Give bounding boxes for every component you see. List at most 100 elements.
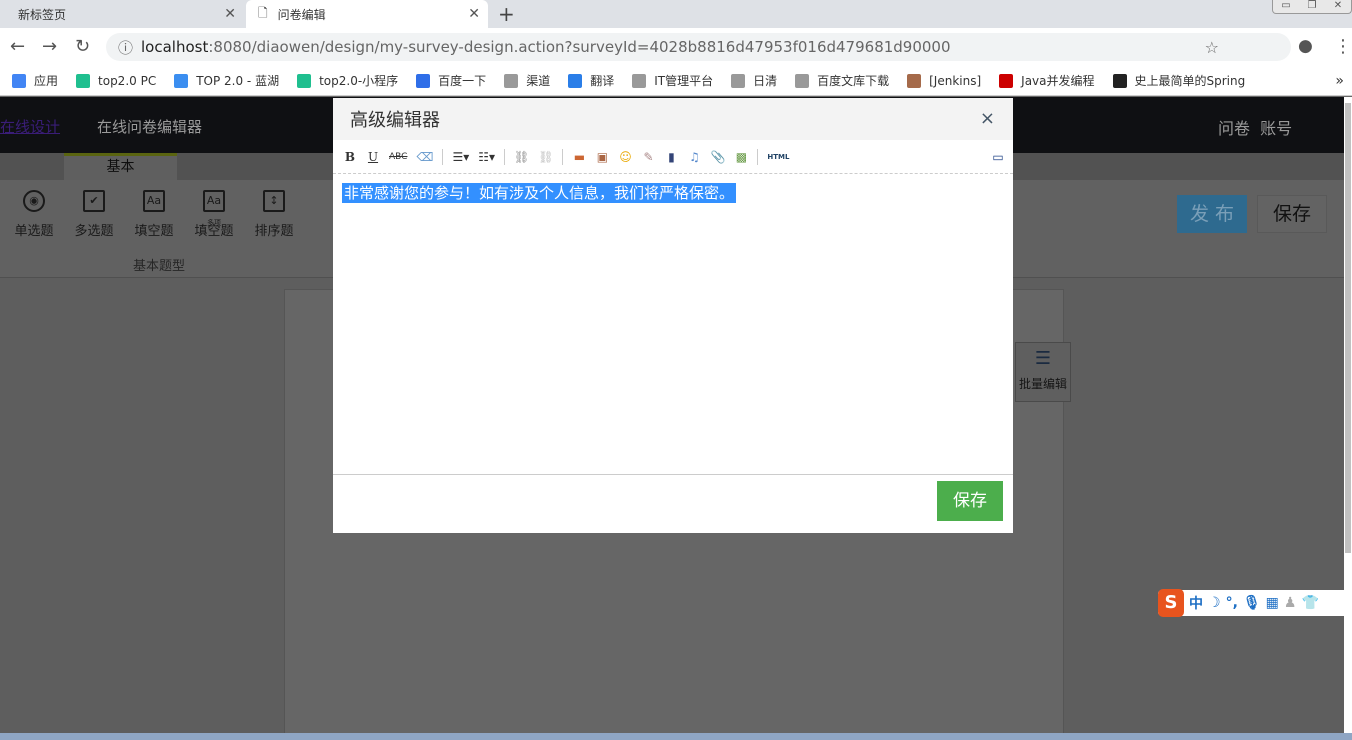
close-icon[interactable]: × [980, 108, 995, 129]
tool-label: 多选题 [74, 224, 114, 239]
tool-radio[interactable]: ◉ 单选题 [9, 190, 59, 239]
bookmark-item[interactable]: 日清 [731, 72, 777, 89]
back-icon[interactable]: ← [10, 36, 25, 57]
video-icon[interactable]: ▮ [664, 150, 678, 164]
batch-edit-label: 批量编辑 [1018, 377, 1067, 391]
page-icon [504, 73, 519, 88]
bookmark-label: 百度一下 [438, 74, 487, 88]
sort-icon: ↕ [263, 190, 285, 212]
text-icon: Aa [143, 190, 165, 212]
attachment-icon[interactable]: 📎 [710, 150, 725, 164]
link-icon[interactable]: ⛓ [514, 150, 529, 164]
close-tab-icon[interactable]: ✕ [224, 6, 236, 22]
map-icon[interactable]: ▩ [734, 150, 748, 164]
preview-icon[interactable]: ▭ [991, 150, 1005, 164]
bookmark-label: 百度文库下载 [817, 74, 890, 88]
bookmark-item[interactable]: top2.0 PC [76, 73, 157, 88]
baidu-icon [416, 73, 431, 88]
editor-toolbar: B U ABC ⌫ ☰▾ ☷▾ ⛓ ⛓ ▬ ▣ ☺ ✎ ▮ ♫ 📎 ▩ HTML… [333, 140, 1013, 174]
restore-icon[interactable]: ❐ [1299, 0, 1325, 13]
bookmark-item[interactable]: 渠道 [504, 72, 550, 89]
bookmark-item[interactable]: 应用 [12, 72, 58, 89]
page-icon [795, 73, 810, 88]
tab-basic[interactable]: 基本 [64, 153, 177, 180]
radio-icon: ◉ [23, 190, 45, 212]
unlink-icon[interactable]: ⛓ [538, 150, 553, 164]
checkbox-icon: ✔ [83, 190, 105, 212]
github-icon [1112, 73, 1127, 88]
apps-icon [12, 73, 26, 88]
tool-multi-text[interactable]: Aa 多项 填空题 [189, 190, 239, 239]
strikethrough-icon[interactable]: ABC [389, 152, 407, 162]
minimize-icon[interactable]: ▭ [1273, 0, 1299, 13]
url-input[interactable]: ⓘ localhost:8080/diaowen/design/my-survey… [106, 33, 1291, 61]
url-host: localhost [141, 38, 209, 56]
bookmark-item[interactable]: 百度文库下载 [795, 72, 889, 89]
tool-text[interactable]: Aa 填空题 [129, 190, 179, 239]
bookmark-label: Java并发编程 [1021, 74, 1095, 88]
reload-icon[interactable]: ↻ [75, 36, 90, 57]
header-nav[interactable]: 问卷 账号 [1218, 115, 1292, 139]
selected-text: 非常感谢您的参与！如有涉及个人信息，我们将严格保密。 [342, 183, 737, 203]
image-icon[interactable]: ▬ [572, 150, 586, 164]
chinese-mode-icon[interactable]: 中 [1189, 593, 1203, 613]
star-icon[interactable]: ☆ [1205, 38, 1219, 57]
bookmark-item[interactable]: 史上最简单的Spring [1112, 72, 1245, 89]
new-tab-button[interactable]: + [498, 2, 515, 26]
logo-link[interactable]: 在线设计 [0, 116, 60, 137]
ime-toolbar[interactable]: S 中 ☽ °, 🎙 ▦ ♟ 👕 [1158, 589, 1352, 617]
bookmark-item[interactable]: Java并发编程 [999, 72, 1095, 89]
moon-icon[interactable]: ☽ [1208, 595, 1221, 611]
keyboard-icon[interactable]: ▦ [1266, 595, 1279, 611]
bookmark-label: 应用 [34, 74, 59, 88]
advanced-editor-dialog: 高级编辑器 × B U ABC ⌫ ☰▾ ☷▾ ⛓ ⛓ ▬ ▣ ☺ ✎ ▮ ♫ 📎… [333, 98, 1013, 533]
user-icon[interactable]: ♟ [1284, 595, 1297, 611]
profile-icon[interactable]: ● [1298, 36, 1313, 56]
bookmark-item[interactable]: [Jenkins] [907, 73, 981, 88]
tab-label: 新标签页 [18, 7, 67, 22]
eraser-icon[interactable]: ⌫ [416, 150, 433, 164]
music-icon[interactable]: ♫ [687, 150, 701, 164]
html-source-icon[interactable]: HTML [767, 153, 789, 161]
forward-icon[interactable]: → [42, 36, 57, 57]
menu-icon[interactable]: ⋮ [1334, 36, 1352, 57]
bookmark-item[interactable]: top2.0-小程序 [297, 72, 398, 89]
mic-icon[interactable]: 🎙 [1243, 595, 1261, 611]
tab-new[interactable]: 新标签页 ✕ [0, 0, 244, 28]
bookmark-label: top2.0 PC [98, 73, 157, 88]
tool-checkbox[interactable]: ✔ 多选题 [69, 190, 119, 239]
close-window-icon[interactable]: ✕ [1325, 0, 1351, 13]
ordered-list-icon[interactable]: ☷▾ [478, 150, 495, 164]
scrawl-icon[interactable]: ✎ [641, 150, 655, 164]
bold-icon[interactable]: B [343, 150, 357, 164]
play-icon [76, 73, 91, 88]
skin-icon[interactable]: 👕 [1301, 595, 1318, 611]
underline-icon[interactable]: U [366, 150, 380, 164]
page-scrollbar[interactable] [1344, 97, 1352, 733]
tool-label: 排序题 [254, 224, 294, 239]
app-title: 在线问卷编辑器 [97, 118, 203, 136]
bookmark-item[interactable]: 百度一下 [416, 72, 486, 89]
bookmark-item[interactable]: IT管理平台 [632, 72, 713, 89]
tool-sort[interactable]: ↕ 排序题 [249, 190, 299, 239]
publish-button[interactable]: 发 布 [1177, 195, 1247, 233]
unordered-list-icon[interactable]: ☰▾ [452, 150, 469, 164]
batch-edit-button[interactable]: ☰ 批量编辑 [1015, 342, 1071, 402]
bookmark-label: 日清 [753, 74, 778, 88]
save-button[interactable]: 保存 [937, 481, 1003, 521]
bookmark-label: 渠道 [526, 74, 551, 88]
close-tab-icon[interactable]: ✕ [468, 6, 480, 22]
punctuation-icon[interactable]: °, [1226, 595, 1238, 611]
bookmark-item[interactable]: 翻译 [568, 72, 614, 89]
sogou-logo-icon: S [1158, 589, 1184, 617]
save-page-button[interactable]: 保存 [1257, 195, 1327, 233]
bookmark-item[interactable]: TOP 2.0 - 蓝湖 [174, 72, 279, 89]
dialog-footer: 保存 [333, 474, 1013, 533]
editor-content[interactable]: 非常感谢您的参与！如有涉及个人信息，我们将严格保密。 [333, 174, 1013, 474]
tool-label: 填空题 [134, 224, 174, 239]
multi-image-icon[interactable]: ▣ [595, 150, 609, 164]
more-bookmarks-icon[interactable]: » [1335, 73, 1344, 89]
taskbar [0, 733, 1352, 740]
emoji-icon[interactable]: ☺ [618, 150, 632, 164]
tab-survey-edit[interactable]: 🗋 问卷编辑 ✕ [246, 0, 488, 28]
